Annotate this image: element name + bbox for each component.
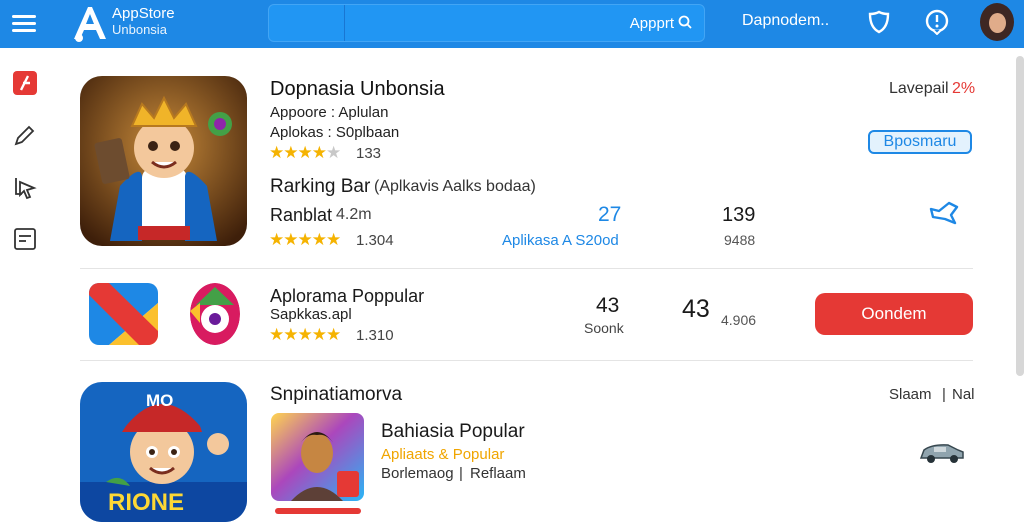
featured-label-pct: 2% <box>952 80 976 97</box>
share-icon[interactable] <box>925 197 963 229</box>
next-item-peek <box>275 508 361 514</box>
popular-n1: 43 <box>596 294 620 317</box>
featured-app-title[interactable]: Dopnasia Unbonsia <box>270 78 445 101</box>
search-bar[interactable]: Appprt <box>268 4 705 42</box>
item-subtitle: Apliaats & Popular <box>381 446 505 463</box>
popular-star-rating: ★★★★★ <box>269 325 341 344</box>
featured-line-2: Aplokas : S0plbaan <box>270 124 400 141</box>
section-link-a[interactable]: Slaam <box>889 386 932 403</box>
scrollbar[interactable] <box>1016 56 1024 376</box>
edit-icon[interactable] <box>12 122 38 148</box>
document-icon[interactable] <box>12 226 38 252</box>
section-sep: | <box>942 386 946 403</box>
popular-n1-caption: Soonk <box>584 320 624 336</box>
section-link-b[interactable]: Nal <box>952 386 975 403</box>
right-number: 139 <box>722 204 756 226</box>
search-divider <box>344 5 345 41</box>
featured-rating-count-2: 1.304 <box>356 232 394 249</box>
top-bar: AppStore Unbonsia Appprt Dapnodem.. <box>0 0 1024 48</box>
search-icon[interactable] <box>678 15 692 29</box>
avatar[interactable] <box>980 3 1014 41</box>
car-icon[interactable] <box>918 440 966 466</box>
item-thumbnail[interactable] <box>271 413 364 501</box>
popular-app-icon-1[interactable] <box>89 283 158 345</box>
section-logo-hat: MO <box>146 391 174 410</box>
appstore-logo-icon[interactable] <box>70 4 110 42</box>
help-icon[interactable] <box>924 9 950 35</box>
search-input[interactable]: Appprt <box>630 15 674 32</box>
section-title: Snpinatiamorva <box>270 384 403 405</box>
logo-text: AppStore Unbonsia <box>112 6 175 38</box>
menu-icon[interactable] <box>12 12 36 34</box>
cursor-icon[interactable] <box>12 174 38 200</box>
item-meta-sep: | <box>459 465 463 482</box>
featured-label-top: Lavepail <box>889 80 949 97</box>
mid-number: 27 <box>598 203 622 226</box>
divider <box>80 268 973 269</box>
stat-value: 4.2m <box>336 206 372 223</box>
ranking-subtitle: (Aplkavis Aalks bodaa) <box>374 178 536 195</box>
stat-label: Ranblat <box>270 205 333 225</box>
divider <box>80 360 973 361</box>
ranking-title: Rarking Bar <box>270 176 371 197</box>
popular-rating-count: 1.310 <box>356 327 394 344</box>
featured-star-rating: ★★★★★ <box>269 143 341 162</box>
popular-subtitle: Sapkkas.apl <box>270 306 352 323</box>
nav-link-download[interactable]: Dapnodem.. <box>742 12 829 30</box>
featured-app-icon[interactable] <box>80 76 247 246</box>
mid-caption: Aplikasa A S20od <box>502 232 619 249</box>
popular-n2: 43 <box>682 295 710 323</box>
popular-n2-caption: 4.906 <box>721 312 757 328</box>
logo-title: AppStore <box>112 5 175 22</box>
featured-rating-count: 133 <box>356 145 382 162</box>
flag-icon[interactable] <box>12 70 38 96</box>
featured-line-1: Appoore : Aplulan <box>270 104 389 121</box>
featured-badge-button[interactable]: Bposmaru <box>868 130 972 154</box>
popular-app-icon-2[interactable] <box>190 283 240 345</box>
item-meta-a: Borlemaog <box>381 465 454 482</box>
install-button[interactable]: Oondem <box>815 293 973 335</box>
shield-icon[interactable] <box>866 9 892 35</box>
right-caption: 9488 <box>724 232 756 248</box>
item-meta-b: Reflaam <box>470 465 526 482</box>
featured-star-rating-2: ★★★★★ <box>269 230 341 249</box>
section-logo-text: RIONE <box>108 489 185 516</box>
logo-subtitle: Unbonsia <box>112 22 167 37</box>
popular-title[interactable]: Aplorama Poppular <box>270 286 424 307</box>
item-title[interactable]: Bahiasia Popular <box>381 421 525 443</box>
